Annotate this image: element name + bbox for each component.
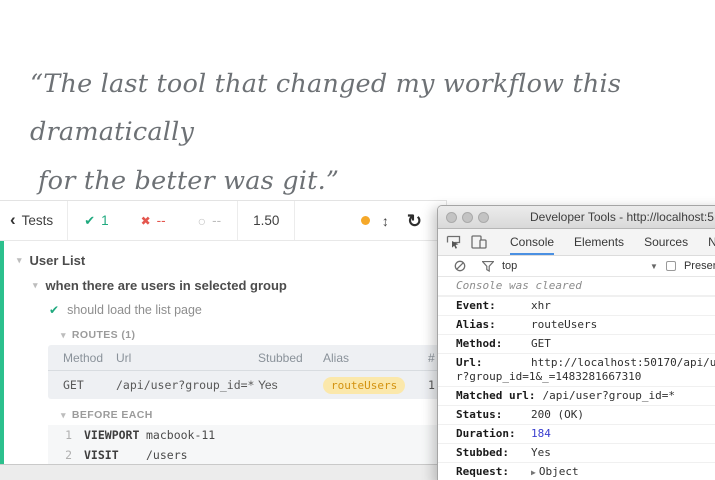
command-value: macbook-11 <box>146 428 215 442</box>
dropdown-arrow-icon[interactable]: ▼ <box>650 262 658 271</box>
runner-bottom-edge <box>0 464 447 480</box>
console-entry-method: Method:GET <box>438 334 715 353</box>
suite-when-users-in-group[interactable]: ▾ when there are users in selected group <box>4 275 446 295</box>
tab-elements[interactable]: Elements <box>574 229 624 255</box>
cross-icon: ✖ <box>141 214 151 228</box>
devtools-window: Developer Tools - http://localhost:5 Con… <box>437 205 715 480</box>
cypress-runner-panel: ‹ Tests ✔ 1 ✖ -- ○ -- 1.50 ↕ ↻ <box>0 200 447 464</box>
expand-icon[interactable]: ▶ <box>531 468 536 477</box>
command-number: 2 <box>59 448 72 462</box>
tab-sources[interactable]: Sources <box>644 229 688 255</box>
quote-line-2: for the better was git.” <box>30 166 339 196</box>
collapse-icon: ▾ <box>61 410 66 421</box>
route-row[interactable]: GET /api/user?group_id=* Yes routeUsers … <box>48 371 442 399</box>
back-chevron-icon: ‹ <box>10 211 16 228</box>
collapse-icon: ▾ <box>61 330 66 341</box>
preserve-log-checkbox[interactable] <box>666 261 676 271</box>
back-to-tests-button[interactable]: ‹ Tests <box>0 201 67 240</box>
console-entry-matched-url: Matched url:/api/user?group_id=* <box>438 386 715 405</box>
passed-stat: ✔ 1 <box>68 213 124 229</box>
page: “The last tool that changed my workflow … <box>0 0 715 480</box>
col-url: Url <box>116 351 258 365</box>
check-icon: ✔ <box>49 303 59 317</box>
command-row-visit[interactable]: 2 VISIT /users <box>48 445 442 465</box>
route-method: GET <box>63 378 116 392</box>
duration-display: 1.50 <box>237 201 295 240</box>
test-should-load-list-page[interactable]: ✔ should load the list page <box>4 301 446 319</box>
devtools-tabbar: Console Elements Sources Network Timelin… <box>438 229 715 256</box>
passed-count: 1 <box>101 213 109 228</box>
quote-line-1: “The last tool that changed my workflow … <box>30 69 621 147</box>
preserve-log-label: Preserve <box>684 260 715 272</box>
status-dot-icon <box>361 216 370 225</box>
pull-quote: “The last tool that changed my workflow … <box>30 60 702 205</box>
routes-table: Method Url Stubbed Alias # GET /api/user… <box>48 345 442 399</box>
window-controls <box>446 212 489 223</box>
col-alias: Alias <box>323 351 428 365</box>
refresh-button[interactable]: ↻ <box>407 212 422 230</box>
col-method: Method <box>63 351 116 365</box>
console-entry-event: Event:xhr <box>438 296 715 315</box>
col-stubbed: Stubbed <box>258 351 323 365</box>
circle-icon: ○ <box>198 213 206 229</box>
console-entry-url: Url:http://localhost:50170/api/user?grou… <box>438 353 715 386</box>
console-entry-status: Status:200 (OK) <box>438 405 715 424</box>
pending-count: -- <box>212 213 221 228</box>
tab-network[interactable]: Network <box>708 229 715 255</box>
collapse-icon: ▾ <box>17 255 22 266</box>
console-filterbar: top ▼ Preserve <box>438 256 715 277</box>
console-cleared-message: Console was cleared <box>438 277 715 296</box>
device-toolbar-icon[interactable] <box>471 235 487 249</box>
suite-title: User List <box>30 253 86 268</box>
route-alias-badge[interactable]: routeUsers <box>323 377 405 394</box>
command-row-viewport[interactable]: 1 VIEWPORT macbook-11 <box>48 425 442 445</box>
devtools-window-title: Developer Tools - http://localhost:5 <box>530 210 714 224</box>
command-name: VIEWPORT <box>84 428 146 442</box>
check-icon: ✔ <box>84 213 95 229</box>
collapse-icon: ▾ <box>33 280 38 291</box>
console-entry-stubbed: Stubbed:Yes <box>438 443 715 462</box>
command-number: 1 <box>59 428 72 442</box>
command-value: /users <box>146 448 188 462</box>
execution-context-selector[interactable]: top <box>502 260 517 272</box>
before-each-header-label: BEFORE EACH <box>72 409 153 421</box>
console-entry-alias: Alias:routeUsers <box>438 315 715 334</box>
route-stubbed: Yes <box>258 378 323 392</box>
back-label: Tests <box>22 213 54 228</box>
failed-stat: ✖ -- <box>125 213 182 228</box>
failed-count: -- <box>157 213 166 228</box>
routes-header-label: ROUTES (1) <box>72 329 136 341</box>
command-name: VISIT <box>84 448 146 462</box>
routes-table-header-row: Method Url Stubbed Alias # <box>48 345 442 371</box>
minimize-window-button[interactable] <box>462 212 473 223</box>
tab-console[interactable]: Console <box>510 229 554 255</box>
test-title: should load the list page <box>67 303 202 317</box>
devtools-titlebar[interactable]: Developer Tools - http://localhost:5 <box>438 206 715 229</box>
auto-scroll-toggle[interactable]: ↕ <box>382 213 389 229</box>
close-window-button[interactable] <box>446 212 457 223</box>
console-entry-duration: Duration:184 <box>438 424 715 443</box>
pending-stat: ○ -- <box>182 213 237 229</box>
console-entry-request[interactable]: Request:▶Object <box>438 462 715 480</box>
clear-console-icon[interactable] <box>454 260 466 272</box>
route-url: /api/user?group_id=* <box>116 378 258 392</box>
console-output: Console was cleared Event:xhr Alias:rout… <box>438 277 715 480</box>
runner-toolbar: ‹ Tests ✔ 1 ✖ -- ○ -- 1.50 ↕ ↻ <box>0 201 446 241</box>
suite-user-list[interactable]: ▾ User List <box>4 250 446 270</box>
filter-icon[interactable] <box>482 261 494 272</box>
routes-section-header[interactable]: ▾ ROUTES (1) <box>61 329 446 341</box>
suite-title: when there are users in selected group <box>46 278 287 293</box>
test-results-list: ▾ User List ▾ when there are users in se… <box>0 241 446 464</box>
before-each-section-header[interactable]: ▾ BEFORE EACH <box>61 409 446 421</box>
inspect-element-icon[interactable] <box>446 235 462 250</box>
zoom-window-button[interactable] <box>478 212 489 223</box>
